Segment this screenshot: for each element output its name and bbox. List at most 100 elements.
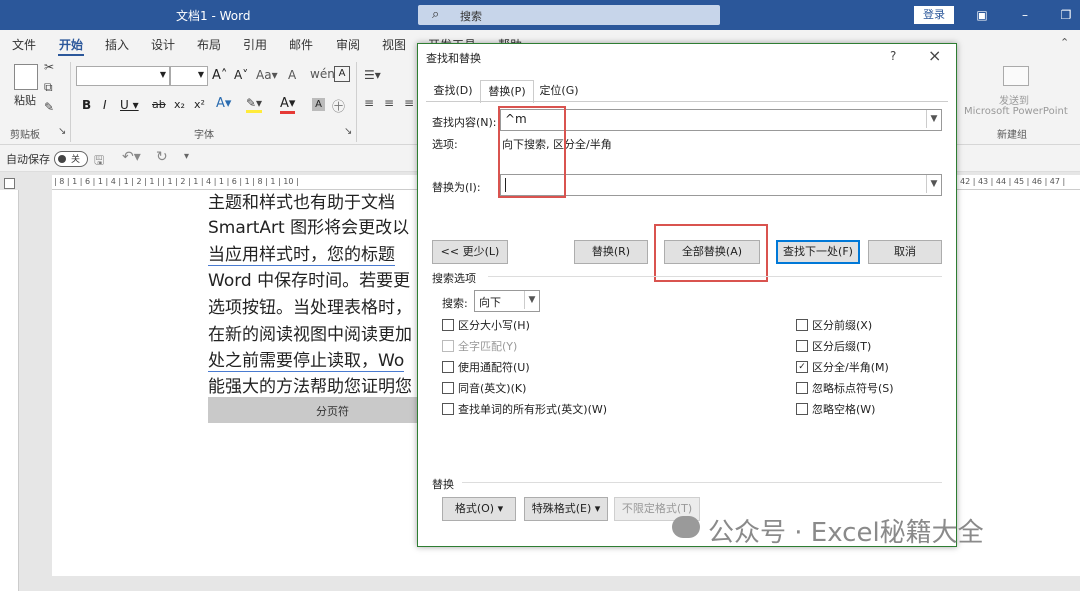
font-launcher-icon[interactable]: ↘ bbox=[344, 126, 352, 137]
tab-replace[interactable]: 替换(P) bbox=[480, 80, 534, 103]
match-width-label[interactable]: 区分全/半角(M) bbox=[812, 359, 889, 375]
tab-home[interactable]: 开始 bbox=[59, 36, 83, 53]
find-what-input[interactable]: ^m ▼ bbox=[500, 109, 942, 131]
tab-review[interactable]: 审阅 bbox=[336, 36, 360, 53]
ribbon-display-icon[interactable]: ▣ bbox=[972, 5, 992, 25]
match-case-label[interactable]: 区分大小写(H) bbox=[458, 317, 530, 333]
tab-mailings[interactable]: 邮件 bbox=[289, 36, 313, 53]
chevron-down-icon: ▼ bbox=[197, 70, 204, 79]
italic-icon[interactable]: I bbox=[103, 98, 107, 112]
text-effects-icon[interactable]: A▾ bbox=[216, 96, 231, 111]
less-button[interactable]: << 更少(L) bbox=[432, 240, 508, 264]
autosave-toggle[interactable]: 关 bbox=[54, 151, 88, 167]
search-direction-select[interactable]: 向下 ▼ bbox=[474, 290, 540, 312]
word-forms-label[interactable]: 查找单词的所有形式(英文)(W) bbox=[458, 401, 607, 417]
restore-icon[interactable]: ❐ bbox=[1056, 5, 1076, 25]
page-break: 分页符 bbox=[208, 397, 420, 423]
document-title: 文档1 - Word bbox=[176, 9, 251, 23]
search-direction-label: 搜索: bbox=[442, 297, 468, 310]
tab-find[interactable]: 查找(D) bbox=[428, 80, 478, 102]
collapse-ribbon-icon[interactable]: ⌃ bbox=[1060, 36, 1069, 49]
special-format-button[interactable]: 特殊格式(E) ▾ bbox=[524, 497, 608, 521]
underline-icon[interactable]: U ▾ bbox=[120, 98, 139, 112]
enclose-char-icon[interactable]: ㊉ bbox=[332, 96, 345, 115]
strikethrough-icon[interactable]: ab bbox=[152, 98, 166, 111]
send-to-sub-label[interactable]: Microsoft PowerPoint bbox=[964, 106, 1068, 117]
clear-format-icon[interactable]: A bbox=[288, 68, 296, 82]
login-button[interactable]: 登录 bbox=[914, 6, 954, 24]
cancel-button[interactable]: 取消 bbox=[868, 240, 942, 264]
send-to-label[interactable]: 发送到 bbox=[999, 92, 1029, 107]
grow-font-icon[interactable]: A˄ bbox=[212, 68, 227, 83]
send-to-powerpoint-icon[interactable] bbox=[1003, 66, 1029, 86]
font-size-combo[interactable]: ▼ bbox=[170, 66, 208, 86]
minimize-icon[interactable]: – bbox=[1015, 5, 1035, 25]
paste-label[interactable]: 粘贴 bbox=[14, 92, 36, 108]
replace-button[interactable]: 替换(R) bbox=[574, 240, 648, 264]
paste-icon[interactable] bbox=[14, 64, 38, 90]
subscript-icon[interactable]: x₂ bbox=[174, 98, 185, 111]
font-name-combo[interactable]: ▼ bbox=[76, 66, 170, 86]
ignore-punctuation-label[interactable]: 忽略标点符号(S) bbox=[812, 380, 894, 396]
tab-design[interactable]: 设计 bbox=[151, 36, 175, 53]
char-shading-icon[interactable]: A bbox=[312, 98, 325, 111]
ruler-ticks: | 8 | 1 | 6 | 1 | 4 | 1 | 2 | 1 | | 1 | … bbox=[54, 177, 299, 186]
ignore-punctuation-checkbox[interactable] bbox=[796, 382, 808, 394]
dialog-title-bar[interactable]: 查找和替换 ? × bbox=[418, 44, 956, 70]
superscript-icon[interactable]: x² bbox=[194, 98, 205, 111]
wildcards-checkbox[interactable] bbox=[442, 361, 454, 373]
cut-icon[interactable]: ✂ bbox=[44, 60, 54, 74]
tab-file[interactable]: 文件 bbox=[12, 36, 36, 53]
section-divider bbox=[488, 276, 942, 277]
undo-icon[interactable]: ↶▾ bbox=[122, 149, 141, 165]
bold-icon[interactable]: B bbox=[82, 98, 91, 112]
tab-goto[interactable]: 定位(G) bbox=[534, 80, 584, 102]
char-border-icon[interactable]: A bbox=[334, 66, 350, 82]
close-icon[interactable]: × bbox=[928, 46, 941, 65]
match-prefix-checkbox[interactable] bbox=[796, 319, 808, 331]
save-icon[interactable]: 🖫 bbox=[94, 151, 104, 172]
match-suffix-label[interactable]: 区分后缀(T) bbox=[812, 338, 871, 354]
chevron-down-icon[interactable]: ▼ bbox=[524, 291, 539, 309]
clipboard-launcher-icon[interactable]: ↘ bbox=[58, 126, 66, 137]
watermark: 公众号 · Excel秘籍大全 bbox=[708, 518, 984, 548]
clipboard-group-label: 剪贴板 bbox=[10, 130, 40, 141]
shrink-font-icon[interactable]: A˅ bbox=[234, 68, 248, 82]
tab-view[interactable]: 视图 bbox=[382, 36, 406, 53]
document-line: 在新的阅读视图中阅读更加 bbox=[208, 325, 412, 345]
copy-icon[interactable]: ⧉ bbox=[44, 80, 53, 95]
ignore-whitespace-label[interactable]: 忽略空格(W) bbox=[812, 401, 875, 417]
format-painter-icon[interactable]: ✎ bbox=[44, 100, 54, 114]
align-center-icon[interactable]: ≡ bbox=[384, 96, 394, 110]
customize-qat-icon[interactable]: ▾ bbox=[184, 151, 189, 162]
tab-selector-icon[interactable] bbox=[4, 178, 15, 189]
chevron-down-icon[interactable]: ▼ bbox=[926, 175, 941, 193]
align-right-icon[interactable]: ≡ bbox=[404, 96, 414, 110]
sounds-like-label[interactable]: 同音(英文)(K) bbox=[458, 380, 526, 396]
sounds-like-checkbox[interactable] bbox=[442, 382, 454, 394]
wildcards-label[interactable]: 使用通配符(U) bbox=[458, 359, 530, 375]
highlight-icon[interactable]: ✎▾ bbox=[246, 96, 263, 113]
font-color-icon[interactable]: A▾ bbox=[280, 96, 296, 114]
match-suffix-checkbox[interactable] bbox=[796, 340, 808, 352]
bullets-icon[interactable]: ☰▾ bbox=[364, 68, 381, 82]
tab-insert[interactable]: 插入 bbox=[105, 36, 129, 53]
search-box[interactable]: ⌕ 搜索 bbox=[418, 5, 720, 25]
word-forms-checkbox[interactable] bbox=[442, 403, 454, 415]
chevron-down-icon[interactable]: ▼ bbox=[926, 110, 941, 128]
ignore-whitespace-checkbox[interactable] bbox=[796, 403, 808, 415]
align-left-icon[interactable]: ≡ bbox=[364, 96, 374, 110]
tab-layout[interactable]: 布局 bbox=[197, 36, 221, 53]
match-width-checkbox[interactable]: ✓ bbox=[796, 361, 808, 373]
match-case-checkbox[interactable] bbox=[442, 319, 454, 331]
vertical-ruler[interactable] bbox=[0, 190, 19, 591]
phonetic-guide-icon[interactable]: wén bbox=[310, 67, 335, 81]
help-icon[interactable]: ? bbox=[890, 49, 896, 63]
find-next-button[interactable]: 查找下一处(F) bbox=[776, 240, 860, 264]
tab-references[interactable]: 引用 bbox=[243, 36, 267, 53]
match-prefix-label[interactable]: 区分前缀(X) bbox=[812, 317, 872, 333]
replace-with-input[interactable]: ▼ bbox=[500, 174, 942, 196]
change-case-icon[interactable]: Aa▾ bbox=[256, 68, 278, 82]
redo-icon[interactable]: ↻ bbox=[156, 149, 168, 165]
format-button[interactable]: 格式(O) ▾ bbox=[442, 497, 516, 521]
